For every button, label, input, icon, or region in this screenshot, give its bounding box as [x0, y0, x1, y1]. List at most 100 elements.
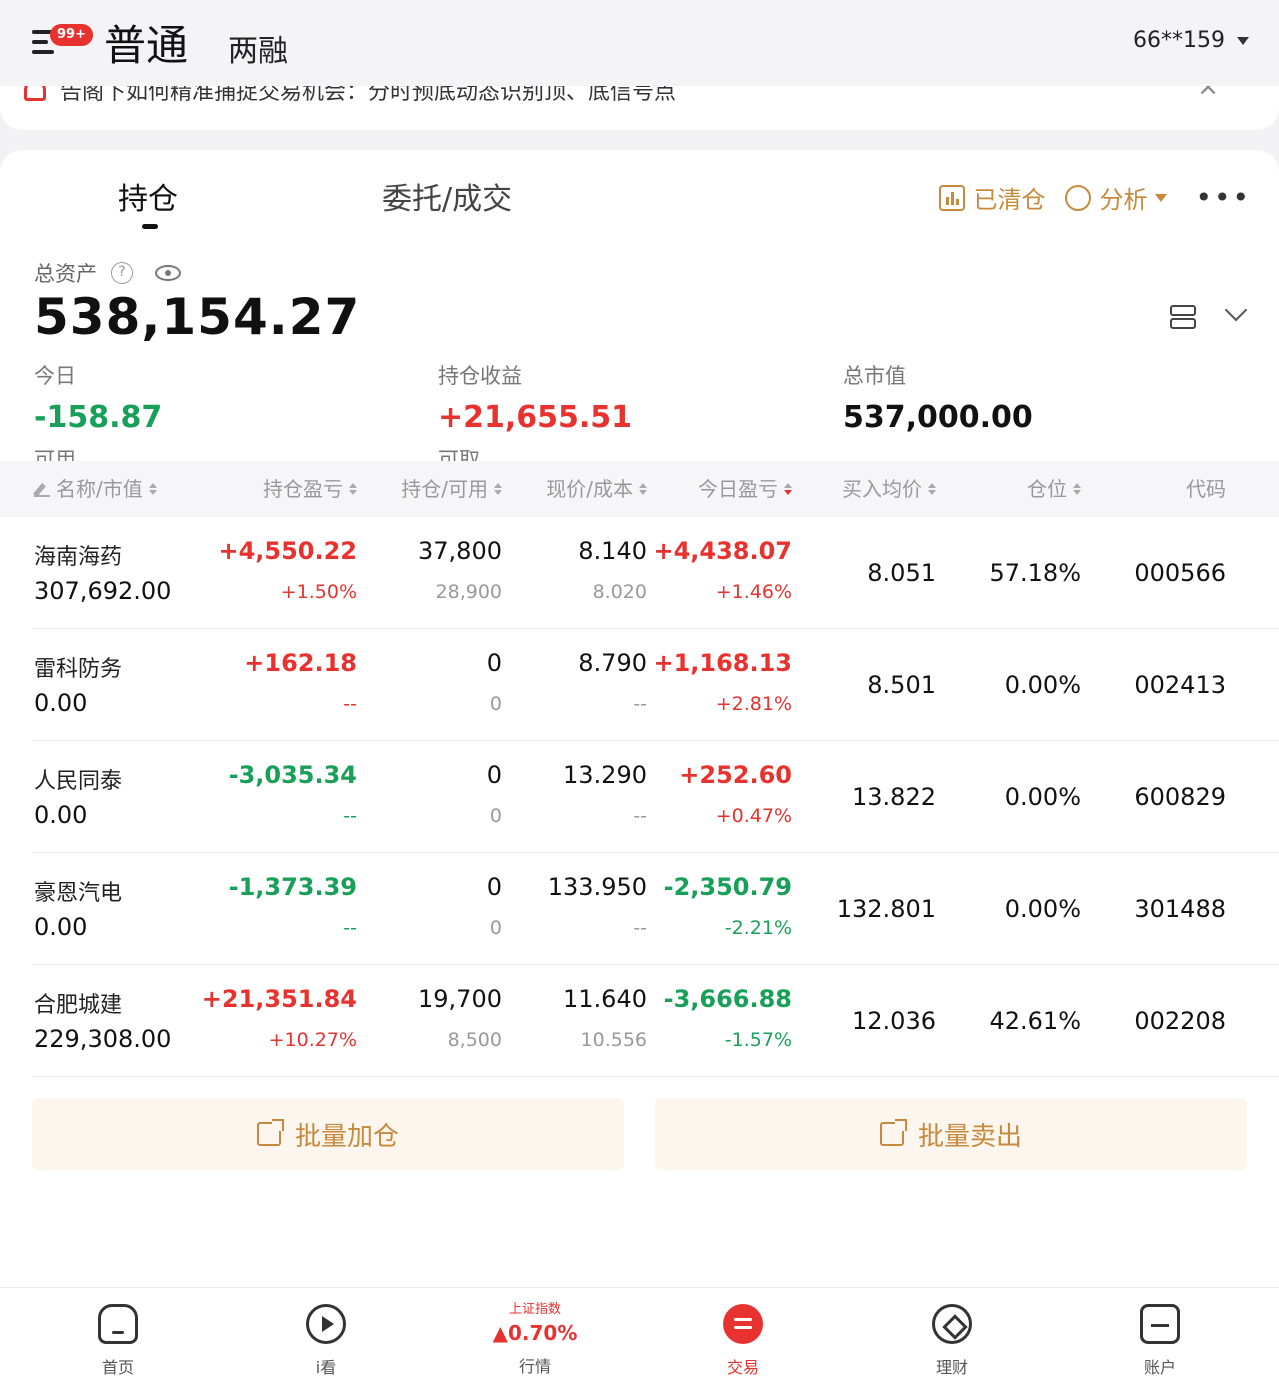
today-label: 今日: [34, 364, 76, 388]
today-pl: +252.60: [679, 761, 792, 789]
header-label: 持仓盈亏: [263, 477, 343, 501]
current-price: 13.290: [563, 761, 647, 789]
header-today-pl[interactable]: 今日盈亏: [698, 461, 792, 517]
table-row[interactable]: 合肥城建 229,308.00 +21,351.84 +10.27% 19,700 8,5…: [0, 965, 1279, 1077]
cleared-positions-button[interactable]: 已清仓: [939, 180, 1045, 215]
current-price: 133.950: [547, 873, 647, 901]
avg-buy-price: 132.801: [836, 895, 936, 923]
sort-icon: [349, 483, 357, 495]
nav-market[interactable]: 上证指数 ▲0.70% 行情: [475, 1288, 595, 1391]
nav-trade-label: 交易: [726, 1358, 759, 1377]
tab-normal-account[interactable]: 普通: [104, 20, 188, 72]
market-value: 537,000.00: [843, 400, 1033, 435]
header-holding-available[interactable]: 持仓/可用: [401, 461, 502, 517]
header-price-cost[interactable]: 现价/成本: [546, 461, 647, 517]
nav-home-label: 首页: [101, 1358, 134, 1377]
chart-bars-icon: [939, 184, 966, 211]
header-name-value[interactable]: 名称/市值: [34, 461, 157, 517]
help-icon[interactable]: ?: [111, 262, 133, 284]
header-label: 现价/成本: [546, 477, 633, 501]
position-ratio: 42.61%: [989, 1007, 1081, 1035]
analysis-button[interactable]: 分析: [1065, 180, 1168, 215]
holding-pl-pct: +1.50%: [280, 581, 357, 603]
holding-pl: +21,351.84: [201, 985, 357, 1013]
position-ratio: 0.00%: [1004, 671, 1081, 699]
table-row[interactable]: 豪恩汽电 0.00 -1,373.39 -- 0 0 133.950 -- -2,350.79 -…: [0, 853, 1279, 965]
stock-code: 002208: [1134, 1007, 1226, 1035]
tab-orders-label: 委托/成交: [382, 182, 513, 217]
holding-qty: 19,700: [418, 985, 502, 1013]
more-icon[interactable]: •••: [1195, 181, 1251, 214]
position-ratio: 57.18%: [989, 559, 1081, 587]
available-qty: 0: [489, 805, 502, 827]
holding-pl: -3,035.34: [228, 761, 357, 789]
header-label: 今日盈亏: [698, 477, 778, 501]
row-divider: [32, 1076, 1279, 1077]
today-pl: -2,350.79: [663, 873, 792, 901]
current-price: 8.140: [578, 537, 647, 565]
market-value-label: 总市值: [843, 364, 906, 388]
stock-code: 301488: [1134, 895, 1226, 923]
table-row[interactable]: 人民同泰 0.00 -3,035.34 -- 0 0 13.290 -- +252.60 +0.4…: [0, 741, 1279, 853]
header-label: 仓位: [1027, 477, 1067, 501]
market-value: 0.00: [34, 689, 88, 717]
batch-add-button[interactable]: 批量加仓: [32, 1098, 624, 1170]
today-pl-pct: +1.46%: [715, 581, 792, 603]
stock-code: 000566: [1134, 559, 1226, 587]
market-value: 0.00: [34, 801, 88, 829]
nav-trade[interactable]: 交易: [683, 1288, 803, 1391]
header-label: 买入均价: [842, 477, 922, 501]
header-position[interactable]: 仓位: [1027, 461, 1081, 517]
message-count-badge: 99+: [50, 24, 93, 46]
cost-price: 8.020: [592, 581, 647, 603]
wallet-icon: [1140, 1304, 1180, 1344]
expand-chevron-icon[interactable]: [1224, 298, 1248, 322]
header-label: 名称/市值: [56, 477, 143, 501]
tab-orders[interactable]: 委托/成交: [382, 178, 512, 222]
today-pl: -3,666.88: [663, 985, 792, 1013]
layout-toggle-icon[interactable]: [1170, 304, 1196, 330]
nav-watch[interactable]: i看: [266, 1288, 386, 1391]
dropdown-icon: [1155, 193, 1168, 202]
header-holding-pl[interactable]: 持仓盈亏: [263, 461, 357, 517]
nav-home[interactable]: 首页: [58, 1288, 178, 1391]
holdings-tabs: 持仓 委托/成交 已清仓 分析 •••: [0, 150, 1279, 250]
market-value-metric: 总市值 537,000.00: [843, 360, 1033, 435]
table-row[interactable]: 雷科防务 0.00 +162.18 -- 0 0 8.790 -- +1,168.13 +2.81…: [0, 629, 1279, 741]
holding-pl-label: 持仓收益: [438, 364, 522, 388]
cost-price: 10.556: [580, 1029, 647, 1051]
table-row[interactable]: 海南海药 307,692.00 +4,550.22 +1.50% 37,800 28,90…: [0, 517, 1279, 629]
cost-price: --: [633, 917, 647, 939]
stock-code: 002413: [1134, 671, 1226, 699]
add-position-icon: [256, 1119, 284, 1146]
nav-finance-label: 理财: [935, 1358, 968, 1377]
tab-holdings-label: 持仓: [118, 182, 178, 217]
cost-price: --: [633, 805, 647, 827]
tab-margin-account[interactable]: 两融: [228, 32, 288, 72]
holding-pl: +162.18: [244, 649, 357, 677]
stock-name: 海南海药: [34, 545, 123, 570]
tab-holdings[interactable]: 持仓: [118, 178, 178, 229]
header-avg-buy-price[interactable]: 买入均价: [842, 461, 936, 517]
account-id: 66**159: [1133, 28, 1225, 53]
batch-sell-button[interactable]: 批量卖出: [655, 1098, 1247, 1170]
top-bar: 99+ 普通 两融 66**159: [0, 0, 1279, 86]
stock-name: 豪恩汽电: [34, 881, 123, 906]
nav-watch-label: i看: [315, 1358, 337, 1377]
holdings-table-header: 名称/市值 持仓盈亏 持仓/可用 现价/成本 今日盈亏 买入均价 仓位 代码: [0, 461, 1279, 517]
position-ratio: 0.00%: [1004, 783, 1081, 811]
holding-pl-value: +21,655.51: [438, 400, 633, 435]
today-pl-pct: -2.21%: [724, 917, 792, 939]
account-switcher[interactable]: 66**159: [1133, 28, 1249, 53]
holding-pl-pct: --: [343, 917, 357, 939]
stock-code: 600829: [1134, 783, 1226, 811]
holdings-card: 持仓 委托/成交 已清仓 分析 ••• 总资产 ? 538,154.27 今日 …: [0, 150, 1279, 1391]
today-pl-pct: +0.47%: [715, 805, 792, 827]
eye-icon[interactable]: [155, 265, 181, 281]
available-qty: 0: [489, 693, 502, 715]
avg-buy-price: 13.822: [852, 783, 936, 811]
today-pl-pct: +2.81%: [715, 693, 792, 715]
nav-account[interactable]: 账户: [1100, 1288, 1220, 1391]
nav-finance[interactable]: 理财: [892, 1288, 1012, 1391]
today-pl: +1,168.13: [653, 649, 792, 677]
